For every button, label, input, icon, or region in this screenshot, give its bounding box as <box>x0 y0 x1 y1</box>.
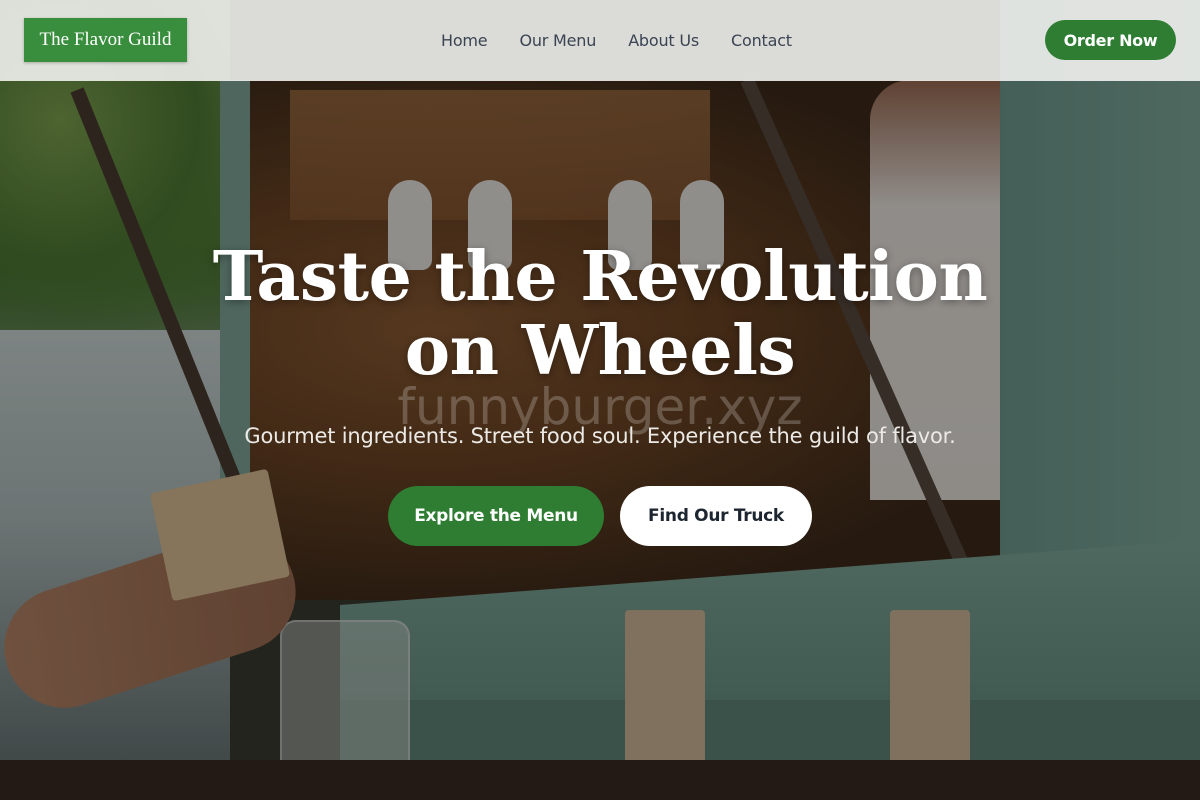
hero-subtitle: Gourmet ingredients. Street food soul. E… <box>244 424 956 448</box>
order-now-button[interactable]: Order Now <box>1045 20 1176 60</box>
nav-link-home[interactable]: Home <box>441 31 488 50</box>
hero-title: Taste the Revolution on Wheels <box>212 237 988 391</box>
nav-link-our-menu[interactable]: Our Menu <box>519 31 596 50</box>
nav-link-about-us[interactable]: About Us <box>628 31 699 50</box>
site-logo[interactable]: The Flavor Guild <box>24 18 187 62</box>
main-nav: Home Our Menu About Us Contact <box>441 0 792 81</box>
nav-link-contact[interactable]: Contact <box>731 31 792 50</box>
hero-title-wrap: Taste the Revolution on Wheels <box>0 240 1200 388</box>
find-truck-button[interactable]: Find Our Truck <box>620 486 812 546</box>
site-header: The Flavor Guild Home Our Menu About Us … <box>0 0 1200 81</box>
explore-menu-button[interactable]: Explore the Menu <box>388 486 604 546</box>
